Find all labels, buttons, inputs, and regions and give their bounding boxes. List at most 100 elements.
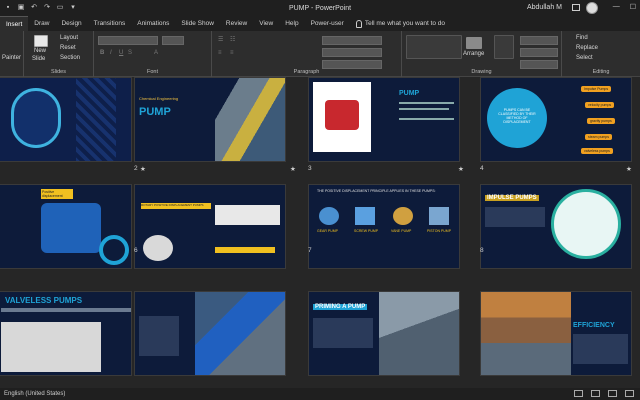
tab-power-user[interactable]: Power-user bbox=[305, 16, 350, 31]
arrange-icon bbox=[466, 37, 482, 49]
slide-title: PUMP bbox=[139, 106, 171, 118]
slide-thumbnail[interactable]: PRIMING A PUMP bbox=[308, 291, 460, 376]
smartart-dropdown[interactable] bbox=[322, 60, 382, 69]
select-button[interactable]: Select bbox=[576, 55, 593, 61]
slide-thumbnail[interactable] bbox=[134, 291, 286, 376]
piston-pump-icon bbox=[429, 207, 449, 225]
slide-sorter-view-icon[interactable] bbox=[591, 390, 600, 397]
tab-design[interactable]: Design bbox=[55, 16, 87, 31]
slideshow-view-icon[interactable] bbox=[625, 390, 634, 397]
font-size-dropdown[interactable] bbox=[162, 36, 184, 45]
tab-view[interactable]: View bbox=[253, 16, 279, 31]
section-button[interactable]: Section bbox=[60, 55, 80, 61]
tab-draw[interactable]: Draw bbox=[28, 16, 55, 31]
drawing-group-label: Drawing bbox=[471, 69, 492, 75]
layout-button[interactable]: Layout bbox=[60, 35, 78, 41]
slide-subtitle: Chemical Engineering bbox=[139, 96, 179, 101]
industrial-pump-photo bbox=[195, 292, 285, 375]
user-name[interactable]: Abdullah M bbox=[527, 4, 562, 11]
gear-diagram bbox=[143, 235, 173, 261]
slide-animation-icon: ★ bbox=[290, 166, 296, 173]
underline-icon[interactable]: U bbox=[119, 50, 123, 56]
powerpoint-window: ▪ ▣ ↶ ↷ ▭ ▾ PUMP - PowerPoint Abdullah M… bbox=[0, 0, 640, 400]
ribbon-display-icon[interactable] bbox=[572, 4, 580, 11]
font-name-dropdown[interactable] bbox=[98, 36, 158, 45]
text-block bbox=[573, 334, 628, 364]
window-controls: — ☐ bbox=[613, 3, 636, 11]
language-indicator[interactable]: English (United States) bbox=[0, 391, 65, 397]
slide-title: PRIMING A PUMP bbox=[313, 304, 368, 310]
column-label: PISTON PUMP bbox=[427, 229, 452, 233]
slide-thumbnail[interactable]: ROTARY POSITIVE DISPLACEMENT PUMPS bbox=[134, 184, 286, 269]
align-center-icon[interactable]: ≡ bbox=[230, 50, 234, 56]
reset-button[interactable]: Reset bbox=[60, 45, 76, 51]
slide-title: IMPULSE PUMPS bbox=[485, 195, 539, 201]
valveless-diagram bbox=[1, 322, 101, 372]
avatar[interactable] bbox=[586, 2, 598, 14]
slide-title: ROTARY POSITIVE DISPLACEMENT PUMPS bbox=[141, 203, 211, 209]
tell-me-box[interactable]: Tell me what you want to do bbox=[350, 19, 445, 28]
strikethrough-icon[interactable]: S bbox=[128, 50, 132, 56]
slide-thumbnail[interactable]: Chemical Engineering PUMP bbox=[134, 77, 286, 162]
new-slide-button[interactable]: New bbox=[34, 48, 46, 54]
autosave-icon[interactable]: ▪ bbox=[4, 4, 12, 12]
lightbulb-icon bbox=[355, 19, 362, 28]
bullets-icon[interactable]: ☰ bbox=[218, 36, 223, 43]
normal-view-icon[interactable] bbox=[574, 390, 583, 397]
slide-thumbnail[interactable]: VALVELESS PUMPS bbox=[0, 291, 132, 376]
impulse-diagram-circle bbox=[551, 189, 621, 259]
slide-thumbnail[interactable]: IMPULSE PUMPS bbox=[480, 184, 632, 269]
save-icon[interactable]: ▣ bbox=[17, 4, 25, 12]
ribbon: Painter New Slide Layout Reset Section S… bbox=[0, 31, 640, 77]
align-left-icon[interactable]: ≡ bbox=[218, 50, 222, 56]
minimize-icon[interactable]: — bbox=[613, 3, 620, 11]
slide-number: 6 bbox=[134, 247, 138, 254]
undo-icon[interactable]: ↶ bbox=[30, 4, 38, 12]
numbering-icon[interactable]: ☷ bbox=[230, 36, 235, 43]
font-group-label: Font bbox=[146, 69, 158, 75]
new-slide-icon bbox=[34, 35, 48, 47]
slide-thumbnail[interactable] bbox=[0, 77, 132, 162]
shape-fill-button[interactable] bbox=[520, 36, 558, 45]
slide-thumbnail[interactable]: Positive displacement bbox=[0, 184, 132, 269]
text-line bbox=[399, 108, 449, 110]
text-block bbox=[485, 207, 545, 227]
slide-thumbnail[interactable]: PUMPS CAN BE CLASSIFIED BY THEIR METHOD … bbox=[480, 77, 632, 162]
maximize-icon[interactable]: ☐ bbox=[630, 3, 636, 11]
customize-qat-icon[interactable]: ▾ bbox=[69, 4, 77, 12]
slide-thumbnail[interactable]: PUMP bbox=[308, 77, 460, 162]
align-text-dropdown[interactable] bbox=[322, 48, 382, 57]
shape-outline-button[interactable] bbox=[520, 48, 558, 57]
shapes-gallery[interactable] bbox=[406, 35, 462, 59]
slide-thumbnail[interactable]: THE POSITIVE DISPLACEMENT PRINCIPLE APPL… bbox=[308, 184, 460, 269]
tab-insert[interactable]: Insert bbox=[0, 16, 29, 31]
font-color-icon[interactable]: A bbox=[154, 50, 158, 56]
pattern-decoration bbox=[76, 78, 116, 161]
redo-icon[interactable]: ↷ bbox=[43, 4, 51, 12]
pill-label: velocity pumps bbox=[585, 102, 615, 108]
pump-diagram bbox=[313, 82, 371, 152]
italic-icon[interactable]: I bbox=[110, 50, 112, 56]
blue-pump-photo bbox=[41, 203, 101, 253]
arrange-button[interactable]: Arrange bbox=[463, 51, 484, 57]
replace-button[interactable]: Replace bbox=[576, 45, 598, 51]
slide-thumbnail[interactable]: EFFICIENCY bbox=[480, 291, 632, 376]
reading-view-icon[interactable] bbox=[608, 390, 617, 397]
tab-animations[interactable]: Animations bbox=[131, 16, 175, 31]
quick-styles-button[interactable] bbox=[494, 35, 514, 59]
format-painter-button[interactable]: Painter bbox=[2, 55, 21, 61]
bold-icon[interactable]: B bbox=[100, 50, 104, 56]
text-line bbox=[399, 102, 454, 104]
tab-slide-show[interactable]: Slide Show bbox=[175, 16, 220, 31]
vane-diagram bbox=[215, 205, 280, 225]
new-slide-button-line2[interactable]: Slide bbox=[32, 56, 45, 62]
slide-animation-icon: ★ bbox=[140, 166, 146, 173]
slide-animation-icon: ★ bbox=[458, 166, 464, 173]
tab-transitions[interactable]: Transitions bbox=[88, 16, 132, 31]
present-icon[interactable]: ▭ bbox=[56, 4, 64, 12]
tab-help[interactable]: Help bbox=[279, 16, 304, 31]
shape-effects-button[interactable] bbox=[520, 60, 558, 69]
text-direction-dropdown[interactable] bbox=[322, 36, 382, 45]
tab-review[interactable]: Review bbox=[220, 16, 253, 31]
find-button[interactable]: Find bbox=[576, 35, 588, 41]
